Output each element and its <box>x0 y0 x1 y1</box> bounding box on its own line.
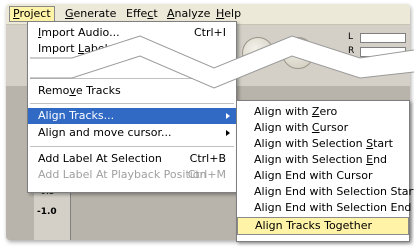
chevron-down-icon <box>393 63 401 68</box>
menu-item-align-move-cursor[interactable]: Align and move cursor... <box>28 125 236 141</box>
align-move-cursor-label: Align and move cursor... <box>38 126 172 139</box>
align-with-selection-end-pre: Align with Selection <box>254 153 367 166</box>
project-menu: Import Audio... Ctrl+I Import Labels... … <box>27 21 237 193</box>
remove-tracks-pre: Remo <box>38 84 70 97</box>
submenu-arrow-icon <box>226 113 230 119</box>
import-audio-shortcut: Ctrl+I <box>193 26 226 39</box>
remove-tracks-label: Remove Tracks <box>38 83 121 99</box>
meter-right-label: R <box>348 46 355 56</box>
align-tracks-label: Align Tracks... <box>38 109 115 122</box>
import-audio-label: Import Audio... <box>38 25 120 41</box>
align-with-selection-start-pre: Align with Selection <box>254 137 367 150</box>
align-with-zero-text: ero <box>319 105 338 118</box>
menu-item-align-end-with-selection-start[interactable]: Align End with Selection Start <box>237 184 414 200</box>
menu-item-align-with-zero[interactable]: Align with Zero <box>237 104 409 120</box>
menu-item-align-with-selection-start[interactable]: Align with Selection Start <box>237 136 409 152</box>
menu-item-import-partial[interactable]: I ..ime Trac <box>28 57 236 73</box>
align-tracks-submenu: Align with Zero Align with Cursor Align … <box>236 100 414 242</box>
add-label-selection-label: Add Label At Selection <box>38 152 162 165</box>
add-label-playback-label: Add Label At Playback Position <box>38 168 207 181</box>
menu-analyze[interactable]: Analyze <box>164 7 213 21</box>
align-with-zero-pre: Align with <box>254 105 312 118</box>
meter-right-bar <box>360 47 406 57</box>
menu-project-label: roject <box>19 7 51 20</box>
align-end-with-selection-start-label: Align End with Selection Start <box>254 185 414 198</box>
add-label-playback-shortcut: Ctrl+M <box>187 168 226 181</box>
menu-generate[interactable]: Generate <box>62 7 119 21</box>
align-with-cursor-pre: Align with <box>254 121 312 134</box>
align-with-cursor-mnemonic: C <box>311 121 320 134</box>
add-label-selection-shortcut: Ctrl+B <box>189 152 226 165</box>
menu-separator <box>30 146 234 147</box>
scale-label-lower: -1.0 <box>37 207 57 217</box>
align-end-with-cursor-label: Align End with Cursor <box>254 169 373 182</box>
menu-help-label: elp <box>224 7 242 20</box>
menu-effect-label-post: t <box>153 7 158 20</box>
menu-help[interactable]: Help <box>213 7 244 21</box>
align-with-cursor-text: ursor <box>319 121 349 134</box>
meter-row-right: R <box>348 45 406 57</box>
align-tracks-together-label: Align Tracks Together <box>255 219 373 232</box>
meter-toolbar: L R <box>348 29 406 71</box>
submenu-arrow-icon <box>226 130 230 136</box>
import-partial-label: I ..ime Trac <box>38 58 99 71</box>
menu-item-import-labels[interactable]: Import Labels... <box>28 41 236 57</box>
menu-item-align-tracks[interactable]: Align Tracks... <box>28 108 236 124</box>
menu-separator <box>30 78 234 79</box>
menu-item-add-label-playback: Add Label At Playback Position Ctrl+M <box>28 167 236 183</box>
remove-tracks-text: e Tracks <box>75 84 121 97</box>
menu-item-align-with-cursor[interactable]: Align with Cursor <box>237 120 409 136</box>
menu-generate-mnemonic: G <box>65 7 74 20</box>
menu-item-remove-tracks[interactable]: Remove Tracks <box>28 83 236 99</box>
menu-analyze-mnemonic: A <box>167 7 175 20</box>
align-with-selection-start-label: Align with Selection Start <box>254 136 393 152</box>
menu-separator <box>30 103 234 104</box>
meter-dropdown[interactable] <box>388 60 406 71</box>
meter-left-bar <box>360 33 406 43</box>
import-labels-label: Import Labels... <box>38 41 124 57</box>
menu-effect-label-pre: Effe <box>126 7 148 20</box>
skip-end-icon <box>293 49 303 57</box>
menu-effect[interactable]: Effect <box>123 7 161 21</box>
import-labels-text: abels... <box>84 42 124 55</box>
menu-item-import-audio[interactable]: Import Audio... Ctrl+I <box>28 25 236 41</box>
menu-item-add-label-selection[interactable]: Add Label At Selection Ctrl+B <box>28 151 236 167</box>
record-button[interactable] <box>242 37 274 69</box>
menu-item-align-tracks-together[interactable]: Align Tracks Together <box>237 217 409 235</box>
menu-item-align-end-with-cursor[interactable]: Align End with Cursor <box>237 168 409 184</box>
skip-end-button[interactable] <box>282 37 314 69</box>
meter-left-label: L <box>348 32 354 42</box>
import-labels-pre: Import <box>38 42 79 55</box>
import-audio-text: mport Audio... <box>41 26 120 39</box>
menu-analyze-label: nalyze <box>174 7 211 20</box>
align-end-with-selection-end-label: Align End with Selection End <box>254 201 412 214</box>
align-with-cursor-label: Align with Cursor <box>254 120 348 136</box>
meter-row-left: L <box>348 31 406 43</box>
menu-item-align-end-with-selection-end[interactable]: Align End with Selection End <box>237 200 412 216</box>
menu-project[interactable]: Project <box>9 6 55 22</box>
menu-generate-label: enerate <box>73 7 117 20</box>
align-with-selection-start-text: tart <box>373 137 393 150</box>
align-with-selection-end-label: Align with Selection End <box>254 152 387 168</box>
align-with-selection-end-text: nd <box>373 153 388 166</box>
align-with-zero-label: Align with Zero <box>254 104 337 120</box>
menu-item-align-with-selection-end[interactable]: Align with Selection End <box>237 152 409 168</box>
